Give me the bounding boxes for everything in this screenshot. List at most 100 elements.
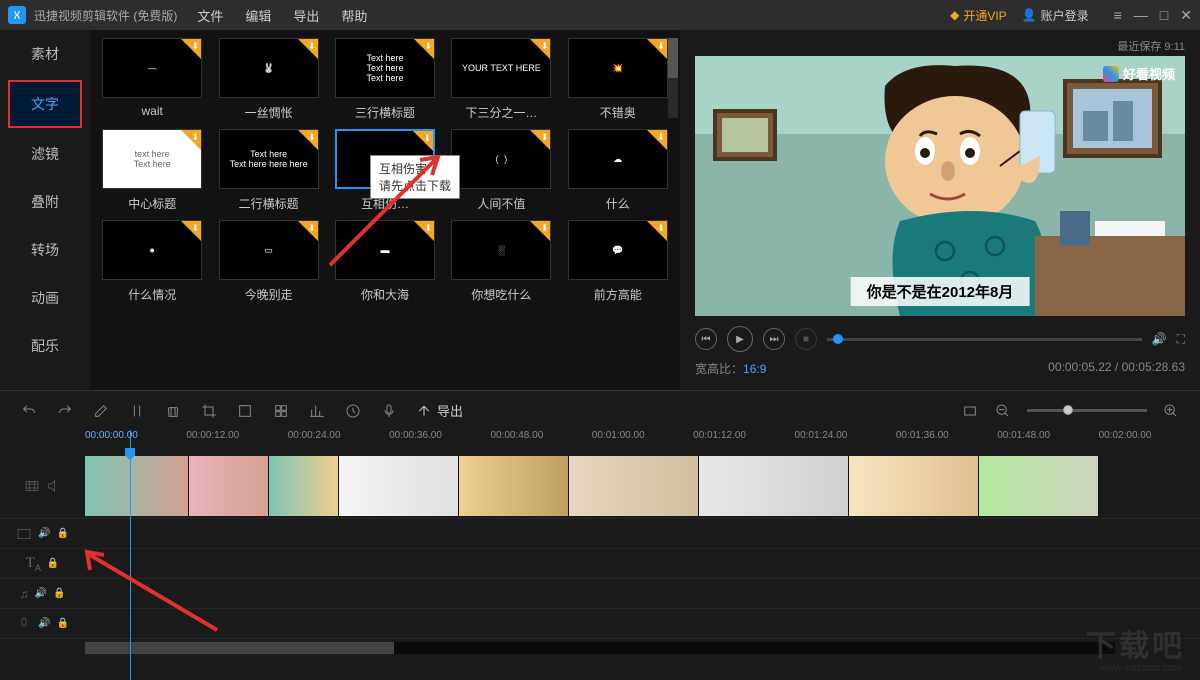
- zoom-in-icon[interactable]: [1162, 402, 1180, 420]
- watermark-logo-icon: [1103, 66, 1119, 82]
- template-item[interactable]: 🐰一丝惆怅: [214, 38, 322, 121]
- edit-icon[interactable]: [92, 402, 110, 420]
- diamond-icon: ◆: [950, 8, 959, 22]
- maximize-icon[interactable]: □: [1160, 7, 1168, 24]
- editor-toolbar: 导出: [0, 390, 1200, 430]
- menu-bar: 文件 编辑 导出 帮助: [197, 6, 367, 25]
- preview-bg-left: [695, 56, 815, 316]
- timeline-clip[interactable]: [699, 456, 849, 516]
- volume-icon[interactable]: 🔊: [1152, 332, 1167, 347]
- template-item[interactable]: YOUR TEXT HERE下三分之一…: [447, 38, 555, 121]
- template-item[interactable]: 💬前方高能: [564, 220, 672, 303]
- play-button[interactable]: ▶: [727, 326, 753, 352]
- sidebar-item-overlay[interactable]: 叠附: [0, 178, 90, 226]
- sidebar-item-animation[interactable]: 动画: [0, 274, 90, 322]
- timeline-clip[interactable]: [459, 456, 569, 516]
- timeline-scrollbar[interactable]: [85, 642, 1115, 654]
- fit-icon[interactable]: [961, 402, 979, 420]
- sidebar: 素材 文字 滤镜 叠附 转场 动画 配乐: [0, 30, 90, 390]
- prev-button[interactable]: ⏮: [695, 328, 717, 350]
- crop-icon[interactable]: [200, 402, 218, 420]
- video-clips[interactable]: [85, 456, 1200, 516]
- voice-icon[interactable]: [380, 402, 398, 420]
- template-item[interactable]: Text here Text here Text here三行横标题: [331, 38, 439, 121]
- timeline-clip[interactable]: [979, 456, 1099, 516]
- sidebar-item-text[interactable]: 文字: [8, 80, 82, 128]
- page-watermark-url: www.xiazaiba.com: [1100, 663, 1182, 674]
- frame-icon[interactable]: [236, 402, 254, 420]
- timeline-clip[interactable]: [269, 456, 339, 516]
- close-icon[interactable]: ✕: [1180, 7, 1192, 24]
- volume-icon[interactable]: 🔊: [38, 618, 50, 629]
- sidebar-item-material[interactable]: 素材: [0, 30, 90, 78]
- player-controls: ⏮ ▶ ⏭ ■ 🔊 ⛶: [695, 326, 1185, 352]
- template-item[interactable]: text here Text here中心标题: [98, 129, 206, 212]
- login-button[interactable]: 👤 账户登录: [1022, 7, 1089, 24]
- video-track-icon: [24, 478, 40, 494]
- lock-icon[interactable]: 🔒: [57, 618, 69, 629]
- zoom-out-icon[interactable]: [994, 402, 1012, 420]
- sidebar-item-filter[interactable]: 滤镜: [0, 130, 90, 178]
- export-button[interactable]: 导出: [416, 401, 463, 420]
- template-item[interactable]: 💥不错奥: [564, 38, 672, 121]
- lock-icon[interactable]: 🔒: [47, 558, 59, 569]
- text-track-icon: TA: [26, 555, 41, 573]
- menu-icon[interactable]: ≡: [1114, 7, 1122, 24]
- template-item[interactable]: ▭今晚别走: [214, 220, 322, 303]
- template-item[interactable]: —wait: [98, 38, 206, 121]
- redo-icon[interactable]: [56, 402, 74, 420]
- stop-button[interactable]: ■: [795, 328, 817, 350]
- sidebar-item-transition[interactable]: 转场: [0, 226, 90, 274]
- template-panel: —wait🐰一丝惆怅Text here Text here Text here三…: [90, 30, 680, 390]
- timeline-clip[interactable]: [849, 456, 979, 516]
- timeline-clip[interactable]: [569, 456, 699, 516]
- preview-bg-right: [1035, 56, 1185, 316]
- template-item[interactable]: ☁什么: [564, 129, 672, 212]
- undo-icon[interactable]: [20, 402, 38, 420]
- timeline-clip[interactable]: [189, 456, 269, 516]
- menu-export[interactable]: 导出: [293, 6, 319, 25]
- menu-edit[interactable]: 编辑: [245, 6, 271, 25]
- time-display: 00:00:05.22 / 00:05:28.63: [1048, 360, 1185, 377]
- template-item[interactable]: Text here Text here here here二行横标题: [214, 129, 322, 212]
- preview-watermark: 好看视频: [1103, 64, 1175, 83]
- minimize-icon[interactable]: —: [1134, 7, 1148, 24]
- menu-help[interactable]: 帮助: [341, 6, 367, 25]
- annotation-arrow-1: [320, 150, 450, 270]
- voice-track-icon: [16, 616, 32, 632]
- fullscreen-icon[interactable]: ⛶: [1177, 332, 1185, 347]
- video-preview[interactable]: 好看视频 你是不是在2012年8月: [695, 56, 1185, 316]
- template-scrollbar[interactable]: [668, 38, 678, 118]
- volume-icon[interactable]: 🔊: [38, 528, 50, 539]
- annotation-arrow-2: [82, 545, 222, 635]
- timeline: 00:00:00.0000:00:12.0000:00:24.0000:00:3…: [0, 430, 1200, 680]
- time-ruler[interactable]: 00:00:00.0000:00:12.0000:00:24.0000:00:3…: [0, 430, 1200, 454]
- mosaic-icon[interactable]: [272, 402, 290, 420]
- timeline-clip[interactable]: [85, 456, 189, 516]
- app-title: 迅捷视频剪辑软件 (免费版): [34, 7, 177, 24]
- template-item[interactable]: ░你想吃什么: [447, 220, 555, 303]
- progress-slider[interactable]: [827, 338, 1142, 341]
- track-video-main: [0, 454, 1200, 519]
- menu-file[interactable]: 文件: [197, 6, 223, 25]
- timeline-clip[interactable]: [339, 456, 459, 516]
- music-track-icon: ♫: [20, 587, 29, 601]
- speed-icon[interactable]: [344, 402, 362, 420]
- next-button[interactable]: ⏭: [763, 328, 785, 350]
- delete-icon[interactable]: [164, 402, 182, 420]
- lock-icon[interactable]: 🔒: [53, 588, 65, 599]
- template-item[interactable]: （ ）人间不值: [447, 129, 555, 212]
- split-icon[interactable]: [128, 402, 146, 420]
- lock-icon[interactable]: 🔒: [57, 528, 69, 539]
- overlay-track-icon: [16, 526, 32, 542]
- volume-icon[interactable]: 🔊: [35, 588, 47, 599]
- zoom-slider[interactable]: [1027, 409, 1147, 412]
- vip-button[interactable]: ◆ 开通VIP: [950, 7, 1007, 24]
- app-icon: [8, 6, 26, 24]
- volume-icon[interactable]: [46, 478, 62, 494]
- chart-icon[interactable]: [308, 402, 326, 420]
- sidebar-item-music[interactable]: 配乐: [0, 322, 90, 370]
- save-status: 最近保存 9:11: [695, 38, 1185, 54]
- user-icon: 👤: [1022, 8, 1037, 22]
- template-item[interactable]: ●什么情况: [98, 220, 206, 303]
